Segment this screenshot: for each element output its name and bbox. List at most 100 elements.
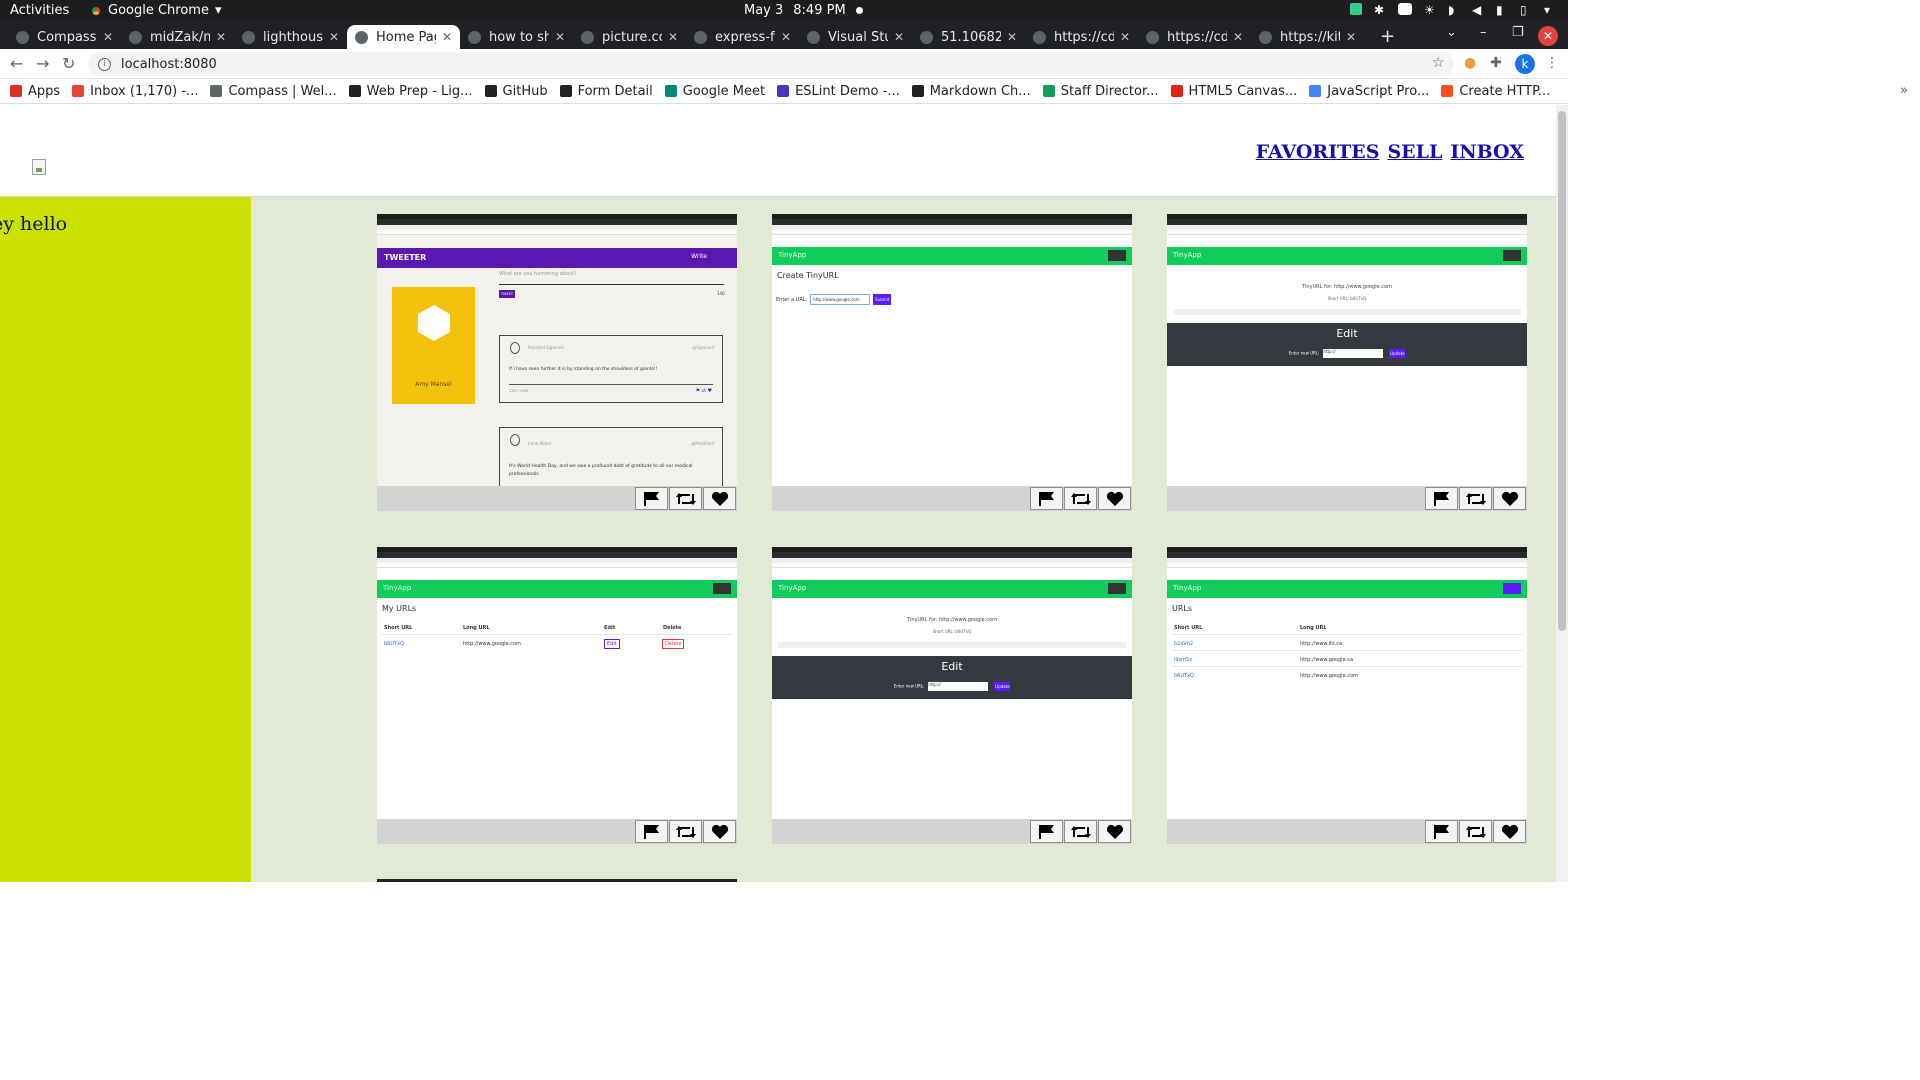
card-screenshot[interactable]: TinyApp TinyURL for: http://www.google.c… bbox=[1167, 214, 1527, 486]
browser-tab[interactable]: express-file ✕ bbox=[686, 25, 799, 49]
card-screenshot[interactable]: TinyApp URLs Short URL Long URL b2xVn2 h… bbox=[1167, 547, 1527, 819]
restore-icon[interactable]: ❐ bbox=[1512, 25, 1524, 40]
forward-icon[interactable]: → bbox=[36, 54, 49, 73]
bookmark-item[interactable]: GitHub bbox=[484, 84, 548, 99]
bookmark-item[interactable]: Google Meet bbox=[664, 84, 765, 99]
flag-button[interactable] bbox=[1030, 487, 1063, 510]
app-menu[interactable]: Google Chrome ▾ bbox=[90, 3, 222, 18]
system-tray[interactable]: ✱ ☀ ◗ ◀ ▮ ▯ ▾ bbox=[1350, 3, 1556, 17]
bookmark-item[interactable]: Compass | Wel... bbox=[210, 84, 337, 99]
retweet-button[interactable] bbox=[669, 487, 702, 510]
retweet-icon bbox=[1465, 825, 1487, 839]
delete-button: Delete bbox=[662, 639, 685, 649]
tab-close-icon[interactable]: ✕ bbox=[1007, 30, 1017, 44]
edit-button: Edit bbox=[604, 639, 620, 649]
retweet-button[interactable] bbox=[1459, 820, 1492, 843]
back-icon[interactable]: ← bbox=[10, 54, 23, 73]
bookmark-item[interactable]: Markdown Ch... bbox=[911, 84, 1031, 99]
retweet-button[interactable] bbox=[1064, 820, 1097, 843]
more-menu-icon[interactable]: ⋮ bbox=[1545, 55, 1559, 71]
broken-logo-image[interactable] bbox=[32, 159, 46, 175]
card-screenshot[interactable]: TinyApp TinyURL for: http://www.google.c… bbox=[772, 547, 1132, 819]
browser-tab[interactable]: how to sho ✕ bbox=[460, 25, 573, 49]
address-bar[interactable]: i localhost:8080 bbox=[88, 52, 1454, 76]
tab-close-icon[interactable]: ✕ bbox=[555, 30, 565, 44]
product-card[interactable]: TinyApp My URLs Short URL Long URL Edit … bbox=[377, 547, 737, 844]
nav-inbox-link[interactable]: INBOX bbox=[1450, 141, 1524, 163]
heart-button[interactable] bbox=[1493, 487, 1526, 510]
product-card[interactable]: TinyApp URLs Short URL Long URL b2xVn2 h… bbox=[1167, 547, 1527, 844]
bookmark-favicon-icon bbox=[72, 85, 85, 97]
flag-button[interactable] bbox=[1425, 820, 1458, 843]
product-card[interactable]: TinyApp TinyURL for: http://www.google.c… bbox=[772, 547, 1132, 844]
bookmark-item[interactable]: ESLint Demo -... bbox=[777, 84, 900, 99]
browser-tab[interactable]: Visual Stud ✕ bbox=[799, 25, 912, 49]
info-icon[interactable]: i bbox=[98, 57, 111, 71]
card-screenshot[interactable]: TinyApp Create TinyURL Enter a URL: http… bbox=[772, 214, 1132, 486]
browser-tab[interactable]: Compass | I ✕ bbox=[8, 25, 121, 49]
tab-close-icon[interactable]: ✕ bbox=[329, 30, 339, 44]
bookmark-item[interactable]: Web Prep - Lig... bbox=[348, 84, 473, 99]
product-card-partial[interactable] bbox=[377, 879, 737, 882]
heart-button[interactable] bbox=[1098, 487, 1131, 510]
tab-close-icon[interactable]: ✕ bbox=[216, 30, 226, 44]
activities-button[interactable]: Activities bbox=[10, 3, 69, 18]
flag-button[interactable] bbox=[635, 487, 668, 510]
tab-close-icon[interactable]: ✕ bbox=[1120, 30, 1130, 44]
nav-sell-link[interactable]: SELL bbox=[1387, 141, 1442, 163]
profile-avatar[interactable]: k bbox=[1515, 54, 1535, 74]
bookmark-item[interactable]: Apps bbox=[10, 84, 60, 99]
card-screenshot[interactable]: TWEETER Write What are you humming about… bbox=[377, 214, 737, 486]
more-bookmarks-icon[interactable]: » bbox=[1900, 83, 1908, 98]
retweet-button[interactable] bbox=[1459, 487, 1492, 510]
tab-close-icon[interactable]: ✕ bbox=[442, 30, 452, 44]
new-tab-button[interactable]: + bbox=[1380, 26, 1395, 47]
heart-button[interactable] bbox=[703, 820, 736, 843]
heart-button[interactable] bbox=[1493, 820, 1526, 843]
extension-cookie-icon[interactable]: ● bbox=[1464, 55, 1476, 71]
tab-close-icon[interactable]: ✕ bbox=[1233, 30, 1243, 44]
bookmark-item[interactable]: JavaScript Pro... bbox=[1309, 84, 1429, 99]
browser-tab[interactable]: Home Page ✕ bbox=[347, 25, 460, 49]
product-card[interactable]: TinyApp TinyURL for: http://www.google.c… bbox=[1167, 214, 1527, 511]
browser-tab[interactable]: picture.cor ✕ bbox=[573, 25, 686, 49]
flag-button[interactable] bbox=[1030, 820, 1063, 843]
heart-button[interactable] bbox=[1098, 820, 1131, 843]
retweet-button[interactable] bbox=[1064, 487, 1097, 510]
flag-button[interactable] bbox=[635, 820, 668, 843]
tab-close-icon[interactable]: ✕ bbox=[668, 30, 678, 44]
tab-close-icon[interactable]: ✕ bbox=[103, 30, 113, 44]
browser-tab[interactable]: https://kit ✕ bbox=[1251, 25, 1364, 49]
nav-favorites-link[interactable]: FAVORITES bbox=[1256, 141, 1380, 163]
bookmark-item[interactable]: Staff Director... bbox=[1042, 84, 1159, 99]
browser-tab[interactable]: lighthouse ✕ bbox=[234, 25, 347, 49]
heart-button[interactable] bbox=[703, 487, 736, 510]
bookmark-item[interactable]: Inbox (1,170) -... bbox=[72, 84, 198, 99]
extensions-puzzle-icon[interactable]: ✚ bbox=[1490, 55, 1502, 71]
browser-tab[interactable]: 51.1068262 ✕ bbox=[912, 25, 1025, 49]
browser-tab[interactable]: midZak/me ✕ bbox=[121, 25, 234, 49]
heart-icon bbox=[1106, 491, 1124, 507]
browser-tab[interactable]: https://cdr ✕ bbox=[1025, 25, 1138, 49]
tab-close-icon[interactable]: ✕ bbox=[781, 30, 791, 44]
card-screenshot[interactable]: TinyApp My URLs Short URL Long URL Edit … bbox=[377, 547, 737, 819]
minimize-icon[interactable]: – bbox=[1480, 25, 1487, 40]
tab-close-icon[interactable]: ✕ bbox=[1346, 30, 1356, 44]
close-window-icon[interactable]: ✕ bbox=[1538, 26, 1558, 46]
card-actions bbox=[377, 819, 737, 844]
tab-close-icon[interactable]: ✕ bbox=[894, 30, 904, 44]
page-scrollbar[interactable] bbox=[1556, 105, 1568, 882]
bookmark-item[interactable]: HTML5 Canvas... bbox=[1170, 84, 1297, 99]
scrollbar-thumb[interactable] bbox=[1558, 111, 1566, 631]
bookmark-item[interactable]: Create HTTP... bbox=[1441, 84, 1550, 99]
browser-tab[interactable]: https://cdr ✕ bbox=[1138, 25, 1251, 49]
clock[interactable]: May 3 8:49 PM bbox=[744, 3, 863, 18]
product-card[interactable]: TinyApp Create TinyURL Enter a URL: http… bbox=[772, 214, 1132, 511]
tab-search-icon[interactable]: ⌄ bbox=[1446, 25, 1457, 40]
reload-icon[interactable]: ↻ bbox=[62, 54, 75, 73]
bookmark-item[interactable]: Form Detail bbox=[559, 84, 653, 99]
flag-button[interactable] bbox=[1425, 487, 1458, 510]
product-card[interactable]: TWEETER Write What are you humming about… bbox=[377, 214, 737, 511]
retweet-button[interactable] bbox=[669, 820, 702, 843]
bookmark-star-icon[interactable]: ☆ bbox=[1432, 55, 1445, 71]
